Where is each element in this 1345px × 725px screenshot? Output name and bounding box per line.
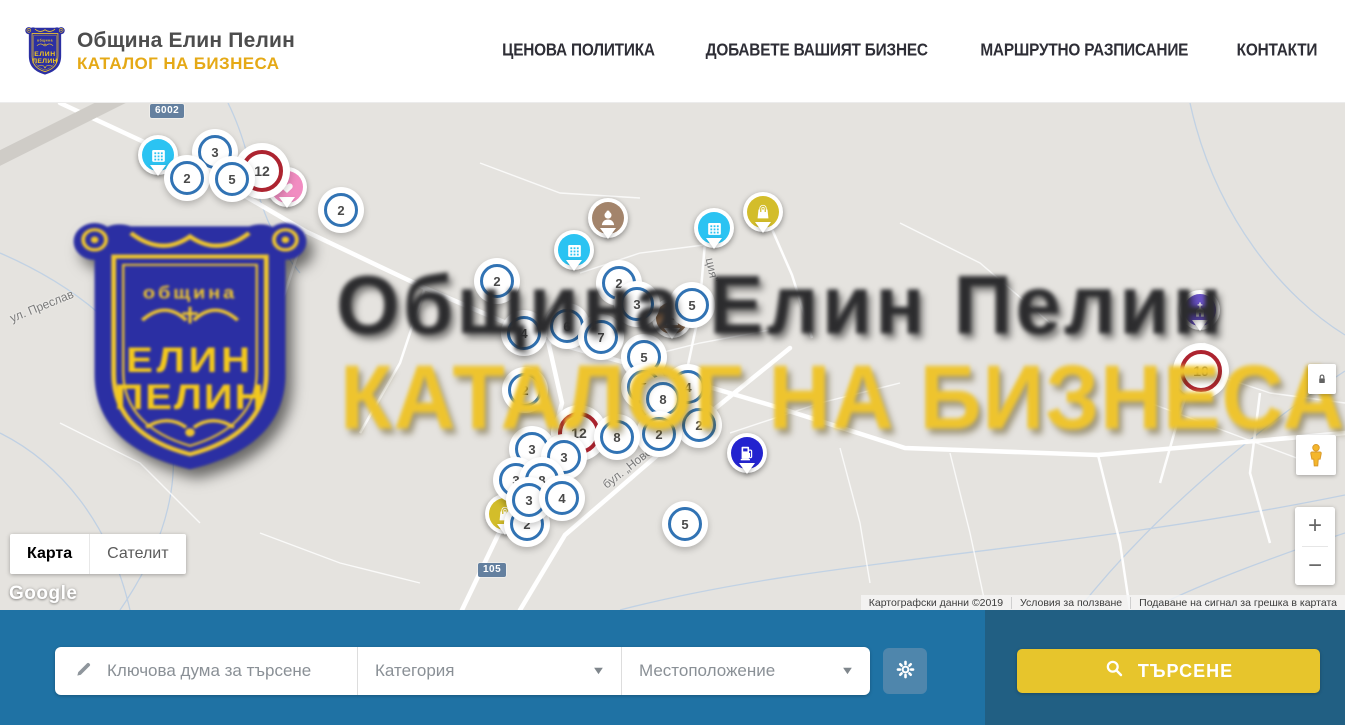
search-input-group: Категория ▼ Местоположение ▼ [55,647,870,695]
chevron-down-icon: ▼ [591,665,606,677]
map-type-map-button[interactable]: Карта [10,534,89,574]
lock-icon[interactable] [1308,364,1336,394]
municipality-crest-icon [24,22,66,80]
map-markers-layer: 312252223564752748221283338234510 [0,103,1345,610]
cluster-marker[interactable]: 8 [646,382,680,416]
google-logo[interactable]: Google [9,583,77,605]
attribution-terms-link[interactable]: Условия за ползване [1011,597,1130,609]
cluster-marker[interactable]: 3 [515,432,549,466]
worker-icon [592,202,624,234]
factory-icon [558,234,590,266]
pegman-icon[interactable] [1296,435,1336,475]
nav-item-pricing[interactable]: ЦЕНОВА ПОЛИТИКА [502,41,655,60]
category-pin-marker[interactable] [588,198,628,238]
cluster-marker[interactable]: 5 [675,288,709,322]
cluster-marker[interactable]: 2 [480,264,514,298]
fuel-icon [731,437,763,469]
factory-icon [698,212,730,244]
cluster-marker[interactable]: 5 [668,507,702,541]
nav-item-contacts[interactable]: КОНТАКТИ [1237,41,1318,60]
map-attribution: Картографски данни ©2019 Условия за полз… [861,595,1345,610]
keyword-search-input[interactable] [107,661,357,681]
main-nav: ЦЕНОВА ПОЛИТИКА ДОБАВЕТЕ ВАШИЯТ БИЗНЕС М… [499,42,1319,60]
cluster-marker[interactable]: 5 [627,340,661,374]
map-type-control: Карта Сателит [10,534,186,574]
category-pin-marker[interactable] [743,192,783,232]
zoom-in-button[interactable]: + [1295,507,1335,546]
chevron-down-icon: ▼ [840,665,855,677]
category-dropdown-label: Категория [375,661,454,681]
cluster-marker[interactable]: 2 [642,417,676,451]
keyword-field-wrapper [55,647,357,695]
search-bar-right: ТЪРСЕНЕ [985,610,1345,725]
search-bar: Категория ▼ Местоположение ▼ ТЪРСЕНЕ [0,610,1345,725]
factory-icon [142,139,174,171]
cluster-marker[interactable]: 8 [600,420,634,454]
church-icon [1184,294,1216,326]
cluster-marker[interactable]: 10 [1180,350,1222,392]
site-subtitle: КАТАЛОГ НА БИЗНЕСА [77,54,295,74]
nav-item-transport-schedule[interactable]: МАРШРУТНО РАЗПИСАНИЕ [980,41,1188,60]
cluster-marker[interactable]: 4 [545,481,579,515]
location-dropdown-label: Местоположение [639,661,775,681]
search-button-label: ТЪРСЕНЕ [1138,661,1233,682]
zoom-control: + − [1295,507,1335,585]
bag-icon [747,196,779,228]
search-icon [1104,658,1125,684]
site-logo[interactable]: Община Елин Пелин КАТАЛОГ НА БИЗНЕСА [24,22,295,80]
map-type-satellite-button[interactable]: Сателит [89,534,185,574]
category-dropdown[interactable]: Категория ▼ [358,647,621,695]
pencil-icon [74,659,94,684]
attribution-report-link[interactable]: Подаване на сигнал за грешка в картата [1130,597,1345,609]
category-pin-marker[interactable] [554,230,594,270]
nav-item-add-business[interactable]: ДОБАВЕТЕ ВАШИЯТ БИЗНЕС [706,41,928,60]
gear-icon [895,659,916,683]
zoom-out-button[interactable]: − [1295,547,1335,586]
advanced-settings-button[interactable] [883,648,927,694]
location-dropdown[interactable]: Местоположение ▼ [622,647,870,695]
attribution-data: Картографски данни ©2019 [861,597,1011,609]
map-canvas[interactable]: ул. Преславбул. „Новоселция" 6002105 312… [0,103,1345,610]
cluster-marker[interactable]: 2 [682,408,716,442]
cluster-marker[interactable]: 5 [215,162,249,196]
cluster-marker[interactable]: 2 [324,193,358,227]
cluster-marker[interactable]: 3 [512,483,546,517]
cluster-marker[interactable]: 2 [508,373,542,407]
category-pin-marker[interactable] [1180,290,1220,330]
cluster-marker[interactable]: 3 [620,287,654,321]
search-button[interactable]: ТЪРСЕНЕ [1017,649,1320,693]
cluster-marker[interactable]: 2 [170,161,204,195]
cluster-marker[interactable]: 4 [507,316,541,350]
category-pin-marker[interactable] [694,208,734,248]
cluster-marker[interactable]: 6 [550,309,584,343]
search-bar-left: Категория ▼ Местоположение ▼ [0,610,985,725]
category-pin-marker[interactable] [727,433,767,473]
cluster-marker[interactable]: 7 [584,320,618,354]
header: Община Елин Пелин КАТАЛОГ НА БИЗНЕСА ЦЕН… [0,0,1345,103]
site-title: Община Елин Пелин [77,29,295,53]
